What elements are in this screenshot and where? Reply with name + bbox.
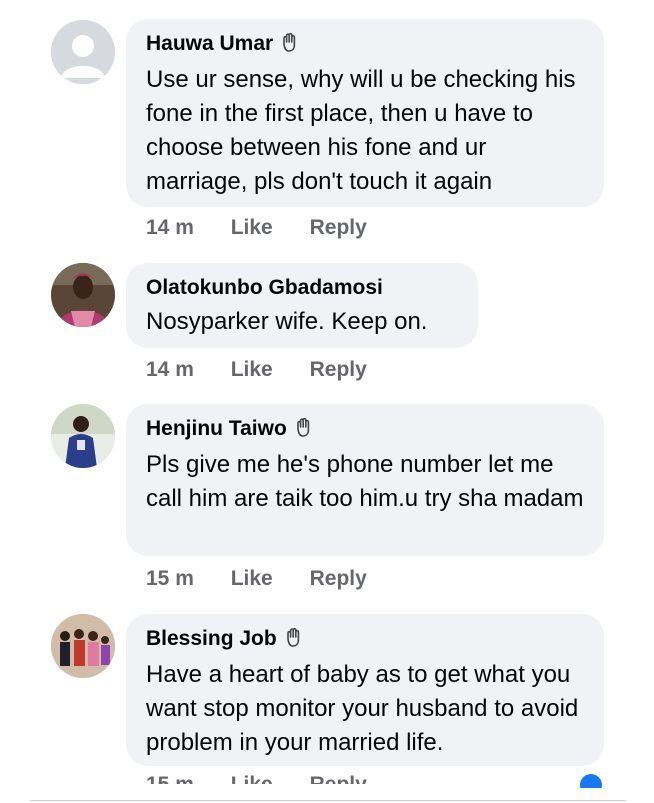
like-button[interactable]: Like: [231, 772, 273, 784]
comment-bubble: Blessing Job Have a heart of baby as to …: [126, 614, 604, 766]
reply-button[interactable]: Reply: [310, 772, 367, 784]
comment-text: Have a heart of baby as to get what you …: [146, 661, 579, 756]
timestamp[interactable]: 14 m: [146, 358, 194, 382]
comment-actions: 15 m Like Reply: [146, 772, 367, 784]
commenter-name[interactable]: Henjinu Taiwo: [146, 417, 287, 440]
like-button[interactable]: Like: [231, 567, 273, 591]
comment-bubble: Henjinu Taiwo Pls give me he's phone num…: [126, 404, 604, 556]
comment-bubble: Hauwa Umar Use ur sense, why will u be c…: [126, 19, 604, 207]
profile-photo: [51, 263, 115, 327]
default-profile-icon: [51, 20, 115, 84]
divider: [30, 800, 626, 801]
comment-bubble: Olatokunbo Gbadamosi Nosyparker wife. Ke…: [126, 263, 478, 348]
wave-icon: [293, 417, 313, 444]
reply-button[interactable]: Reply: [310, 358, 367, 382]
timestamp[interactable]: 15 m: [146, 567, 194, 591]
profile-photo: [51, 614, 115, 678]
commenter-name[interactable]: Hauwa Umar: [146, 32, 273, 55]
comment-actions: 14 m Like Reply: [146, 216, 367, 240]
timestamp[interactable]: 14 m: [146, 216, 194, 240]
like-button[interactable]: Like: [231, 358, 273, 382]
comment-text: Use ur sense, why will u be checking his…: [146, 66, 576, 195]
wave-icon: [279, 32, 299, 59]
commenter-name[interactable]: Olatokunbo Gbadamosi: [146, 276, 383, 299]
comment-text: Nosyparker wife. Keep on.: [146, 308, 428, 335]
like-reaction-icon: [580, 774, 602, 788]
like-button[interactable]: Like: [231, 216, 273, 240]
timestamp[interactable]: 15 m: [146, 772, 194, 784]
comment-actions: 14 m Like Reply: [146, 358, 367, 382]
avatar[interactable]: [51, 614, 115, 678]
comment-text: Pls give me he's phone number let me cal…: [146, 451, 584, 512]
avatar[interactable]: [51, 404, 115, 468]
wave-icon: [283, 627, 303, 654]
avatar[interactable]: [51, 20, 115, 84]
commenter-name[interactable]: Blessing Job: [146, 627, 277, 650]
avatar[interactable]: [51, 263, 115, 327]
reply-button[interactable]: Reply: [310, 216, 367, 240]
reply-button[interactable]: Reply: [310, 567, 367, 591]
profile-photo: [51, 404, 115, 468]
comment-actions: 15 m Like Reply: [146, 567, 367, 591]
